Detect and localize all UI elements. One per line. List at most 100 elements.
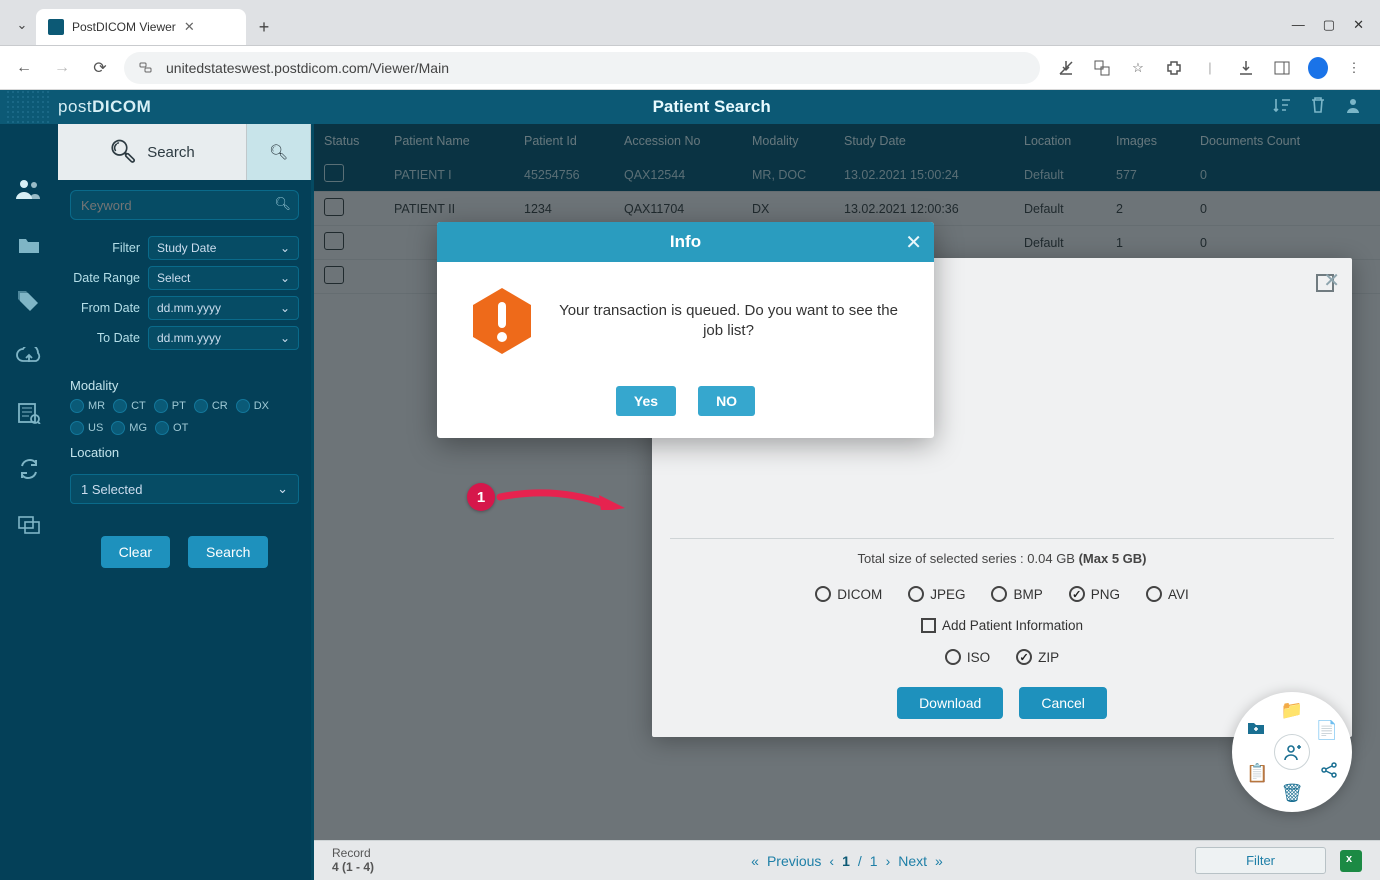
format-avi[interactable]: AVI xyxy=(1146,586,1189,602)
format-png[interactable]: PNG xyxy=(1069,586,1120,602)
pager-next[interactable]: Next xyxy=(898,853,927,869)
advanced-search-icon: 🔍︎ xyxy=(269,143,288,161)
tab-title: PostDICOM Viewer xyxy=(72,20,176,34)
radial-share-icon[interactable] xyxy=(1320,761,1338,784)
search-button[interactable]: Search xyxy=(188,536,268,568)
nav-upload-icon[interactable] xyxy=(12,342,46,372)
close-icon[interactable]: ✕ xyxy=(905,230,922,255)
search-icon[interactable]: 🔍︎ xyxy=(274,196,291,212)
export-excel-icon[interactable] xyxy=(1340,850,1362,872)
cancel-button[interactable]: Cancel xyxy=(1019,687,1107,719)
app-header: postDICOM Patient Search xyxy=(0,90,1380,124)
pager-last-icon[interactable]: » xyxy=(935,853,943,869)
window-minimize-icon[interactable]: — xyxy=(1292,17,1305,33)
nav-folder-icon[interactable] xyxy=(12,230,46,260)
modality-chip-mr[interactable]: MR xyxy=(70,399,105,413)
nav-reload-button[interactable]: ⟳ xyxy=(86,54,114,82)
window-close-icon[interactable]: ✕ xyxy=(1353,17,1364,33)
filter-select[interactable]: Study Date⌄ xyxy=(148,236,299,260)
yes-button[interactable]: Yes xyxy=(616,386,676,416)
info-dialog-message: Your transaction is queued. Do you want … xyxy=(557,301,900,342)
user-icon[interactable] xyxy=(1344,96,1362,119)
brand-name: postDICOM xyxy=(58,97,151,117)
date-range-label: Date Range xyxy=(70,271,148,285)
from-date-input[interactable]: dd.mm.yyyy⌄ xyxy=(148,296,299,320)
info-dialog: Info ✕ Your transaction is queued. Do yo… xyxy=(437,222,934,438)
url-field[interactable]: unitedstateswest.postdicom.com/Viewer/Ma… xyxy=(124,52,1040,84)
modality-chip-pt[interactable]: PT xyxy=(154,399,186,413)
pager-first-icon[interactable]: « xyxy=(751,853,759,869)
nav-tags-icon[interactable] xyxy=(12,286,46,316)
pager-current: 1 xyxy=(842,853,850,869)
location-label: Location xyxy=(58,435,311,466)
modality-chip-ct[interactable]: CT xyxy=(113,399,146,413)
pager-next-icon[interactable]: › xyxy=(886,853,891,869)
download-button[interactable]: Download xyxy=(897,687,1003,719)
tab-list-button[interactable]: ⌄ xyxy=(8,11,36,39)
tab-advanced-search[interactable]: 🔍︎ xyxy=(247,124,311,180)
site-settings-icon[interactable] xyxy=(138,59,156,77)
format-options: DICOM JPEG BMP PNG AVI xyxy=(652,578,1352,610)
modality-chip-cr[interactable]: CR xyxy=(194,399,228,413)
pager: « Previous ‹ 1 / 1 › Next » xyxy=(751,853,943,869)
browser-tab[interactable]: PostDICOM Viewer ✕ xyxy=(36,9,246,45)
radial-add-folder-icon[interactable] xyxy=(1246,720,1266,741)
radial-report-icon[interactable]: 📋 xyxy=(1246,763,1268,784)
container-iso[interactable]: ISO xyxy=(945,649,990,665)
window-maximize-icon[interactable]: ▢ xyxy=(1323,17,1335,33)
keyword-input[interactable] xyxy=(70,190,299,220)
modality-chip-dx[interactable]: DX xyxy=(236,399,269,413)
nav-back-button[interactable]: ← xyxy=(10,54,38,82)
search-sidebar: 🔍︎Search 🔍︎ 🔍︎ FilterStudy Date⌄ Date Ra… xyxy=(58,124,311,880)
sort-icon[interactable] xyxy=(1272,96,1292,119)
modality-chip-mg[interactable]: MG xyxy=(111,421,147,435)
bookmark-icon[interactable]: ☆ xyxy=(1128,58,1148,78)
radial-delete-icon[interactable]: 🗑 xyxy=(1281,783,1304,804)
warning-icon xyxy=(471,286,533,356)
to-date-input[interactable]: dd.mm.yyyy⌄ xyxy=(148,326,299,350)
translate-icon[interactable] xyxy=(1092,58,1112,78)
downloads-blocked-icon[interactable] xyxy=(1056,58,1076,78)
date-range-select[interactable]: Select⌄ xyxy=(148,266,299,290)
brand-logo-icon xyxy=(6,90,50,124)
browser-tab-strip: ⌄ PostDICOM Viewer ✕ + — ▢ ✕ xyxy=(0,0,1380,46)
radial-add-user-icon[interactable] xyxy=(1274,734,1310,770)
nav-patients-icon[interactable] xyxy=(12,174,46,204)
radial-folder-icon[interactable]: 📁 xyxy=(1281,700,1303,721)
from-date-label: From Date xyxy=(70,301,148,315)
location-select[interactable]: 1 Selected⌄ xyxy=(70,474,299,504)
nav-sync-icon[interactable] xyxy=(12,454,46,484)
trash-icon[interactable] xyxy=(1310,96,1326,119)
record-value: 4 (1 - 4) xyxy=(332,860,374,874)
pager-prev[interactable]: Previous xyxy=(767,853,821,869)
tab-close-icon[interactable]: ✕ xyxy=(184,19,195,35)
favicon xyxy=(48,19,64,35)
no-button[interactable]: NO xyxy=(698,386,755,416)
profile-avatar[interactable] xyxy=(1308,58,1328,78)
pager-prev-icon[interactable]: ‹ xyxy=(829,853,834,869)
close-icon[interactable]: ✕ xyxy=(1323,268,1340,293)
add-patient-info-checkbox[interactable]: Add Patient Information xyxy=(921,618,1083,633)
nav-forward-button: → xyxy=(48,54,76,82)
modality-chip-us[interactable]: US xyxy=(70,421,103,435)
container-zip[interactable]: ZIP xyxy=(1016,649,1059,665)
chevron-down-icon: ⌄ xyxy=(280,301,290,315)
format-jpeg[interactable]: JPEG xyxy=(908,586,965,602)
download-icon[interactable] xyxy=(1236,58,1256,78)
page-title: Patient Search xyxy=(151,97,1272,117)
radial-menu[interactable]: 📁 📄 🗑 📋 xyxy=(1232,692,1352,812)
nav-worklist-icon[interactable] xyxy=(12,398,46,428)
sidepanel-icon[interactable] xyxy=(1272,58,1292,78)
format-bmp[interactable]: BMP xyxy=(991,586,1042,602)
tab-search[interactable]: 🔍︎Search xyxy=(58,124,247,180)
new-tab-button[interactable]: + xyxy=(250,13,278,41)
modality-chip-ot[interactable]: OT xyxy=(155,421,188,435)
extensions-icon[interactable] xyxy=(1164,58,1184,78)
clear-button[interactable]: Clear xyxy=(101,536,170,568)
filter-button[interactable]: Filter xyxy=(1195,847,1326,874)
format-dicom[interactable]: DICOM xyxy=(815,586,882,602)
radial-document-icon[interactable]: 📄 xyxy=(1316,720,1338,741)
nav-screens-icon[interactable] xyxy=(12,510,46,540)
browser-menu-icon[interactable]: ⋮ xyxy=(1344,58,1364,78)
info-dialog-title: Info xyxy=(670,232,701,252)
